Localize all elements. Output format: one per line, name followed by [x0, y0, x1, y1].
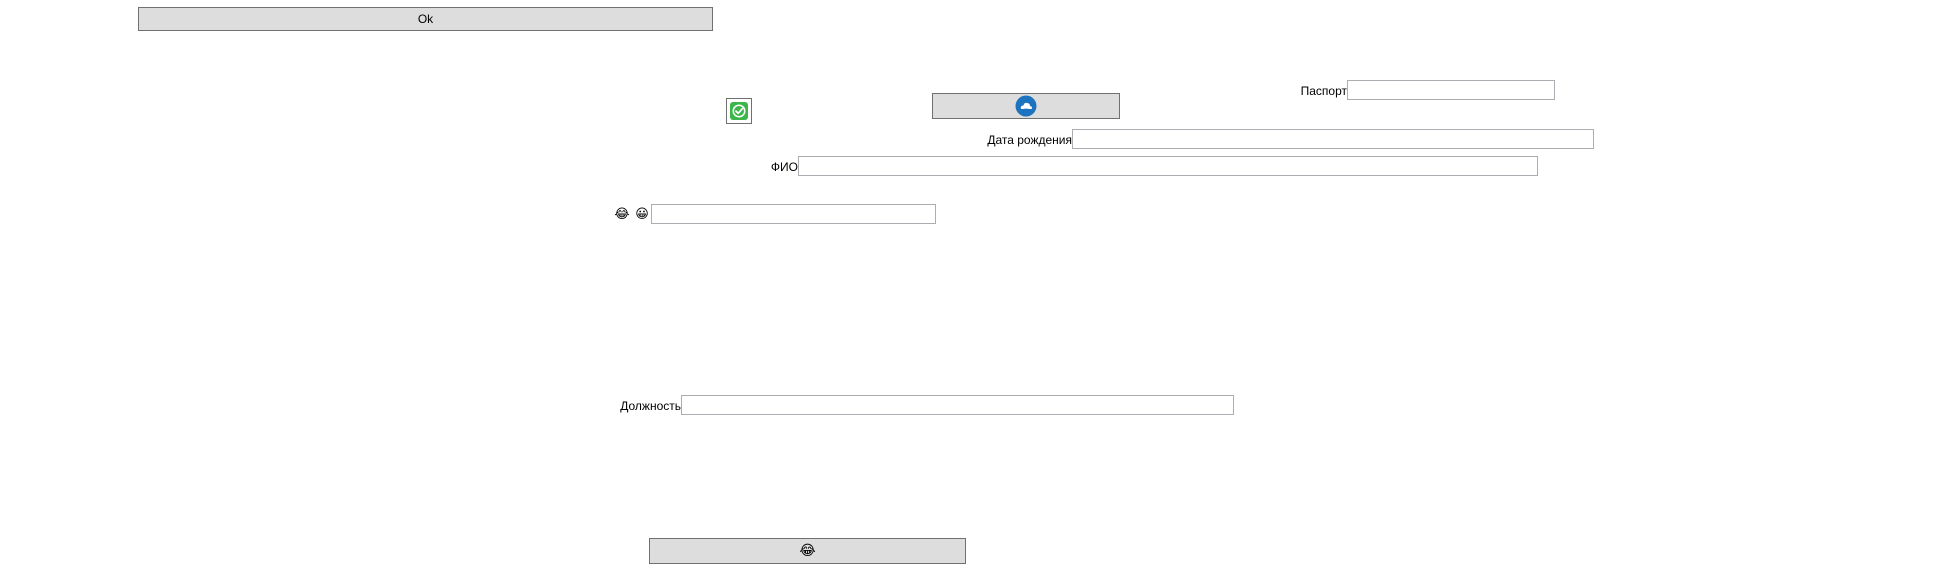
grin-emoji-icon: 😀: [635, 206, 649, 222]
button-laugh-emoji-icon: 😂: [799, 543, 816, 559]
cloud-icon: [1015, 95, 1037, 117]
birth-date-field[interactable]: [1072, 129, 1594, 149]
passport-field[interactable]: [1347, 80, 1555, 100]
full-name-label: ФИО: [770, 160, 798, 174]
check-image-frame: [726, 98, 752, 124]
position-field[interactable]: [681, 395, 1234, 415]
ok-button[interactable]: Ok: [138, 7, 713, 31]
full-name-field[interactable]: [798, 156, 1538, 176]
check-circle-icon: [730, 102, 748, 120]
emoji-button[interactable]: 😂: [649, 538, 966, 564]
birth-date-label: Дата рождения: [987, 133, 1072, 147]
position-label: Должность: [620, 399, 681, 413]
laugh-emoji-icon: 😂: [614, 206, 630, 222]
passport-label: Паспорт: [1300, 84, 1347, 98]
emoji-field[interactable]: [651, 204, 936, 224]
cloud-button[interactable]: [932, 93, 1120, 119]
ok-button-label: Ok: [417, 12, 434, 26]
